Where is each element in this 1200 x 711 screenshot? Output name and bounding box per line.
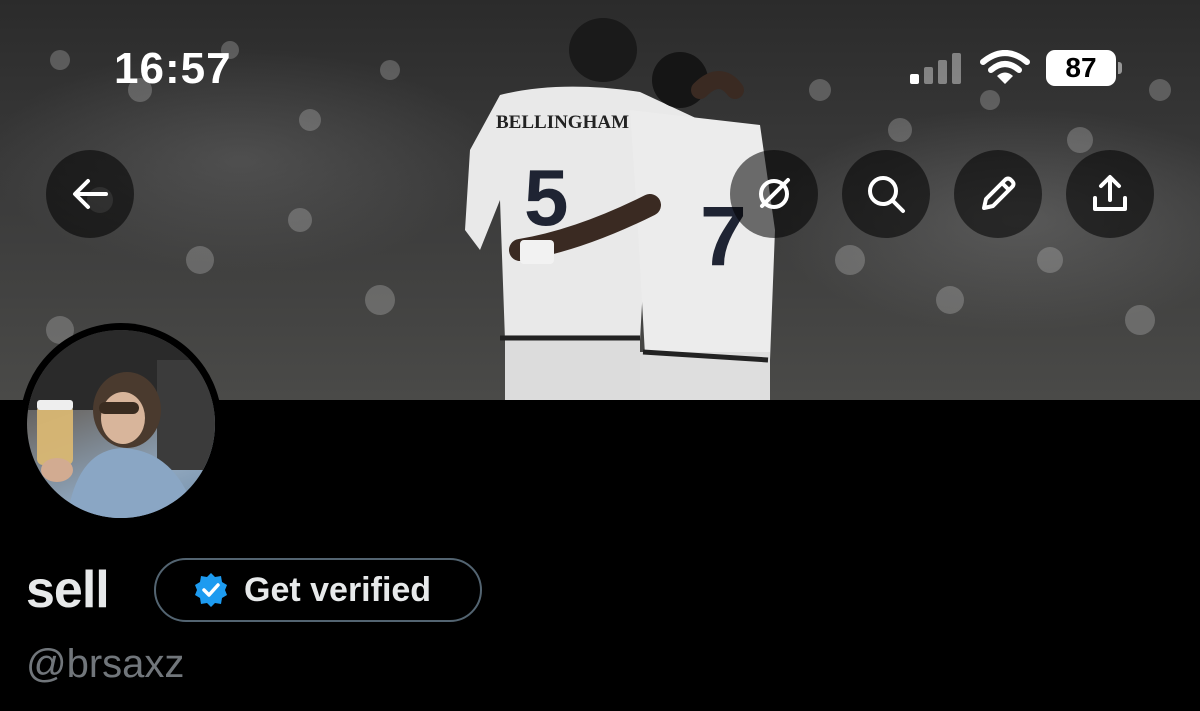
battery-cap	[1118, 62, 1122, 74]
profile-handle: @brsaxz	[26, 642, 185, 686]
avatar[interactable]	[27, 330, 215, 518]
arrow-left-icon	[73, 179, 108, 209]
profile-display-name: sell	[26, 561, 110, 619]
search-button[interactable]	[842, 150, 930, 238]
cellular-signal-icon	[910, 53, 961, 84]
status-bar: 16:57 87	[0, 0, 1200, 130]
pencil-icon	[982, 176, 1016, 210]
status-time: 16:57	[114, 44, 232, 93]
back-button[interactable]	[46, 150, 134, 238]
get-verified-label: Get verified	[244, 570, 432, 609]
jersey-number-left: 5	[524, 153, 569, 242]
share-button[interactable]	[1066, 150, 1154, 238]
avatar-ring[interactable]	[20, 323, 222, 525]
avatar-image	[27, 330, 215, 518]
share-icon	[1093, 175, 1127, 211]
search-icon	[868, 176, 905, 213]
wifi-icon	[980, 50, 1030, 84]
battery-indicator: 87	[1046, 50, 1116, 86]
grok-button[interactable]	[730, 150, 818, 238]
get-verified-button[interactable]: Get verified	[154, 558, 482, 622]
verified-badge-icon	[195, 573, 227, 607]
edit-button[interactable]	[954, 150, 1042, 238]
grok-icon	[759, 178, 790, 209]
